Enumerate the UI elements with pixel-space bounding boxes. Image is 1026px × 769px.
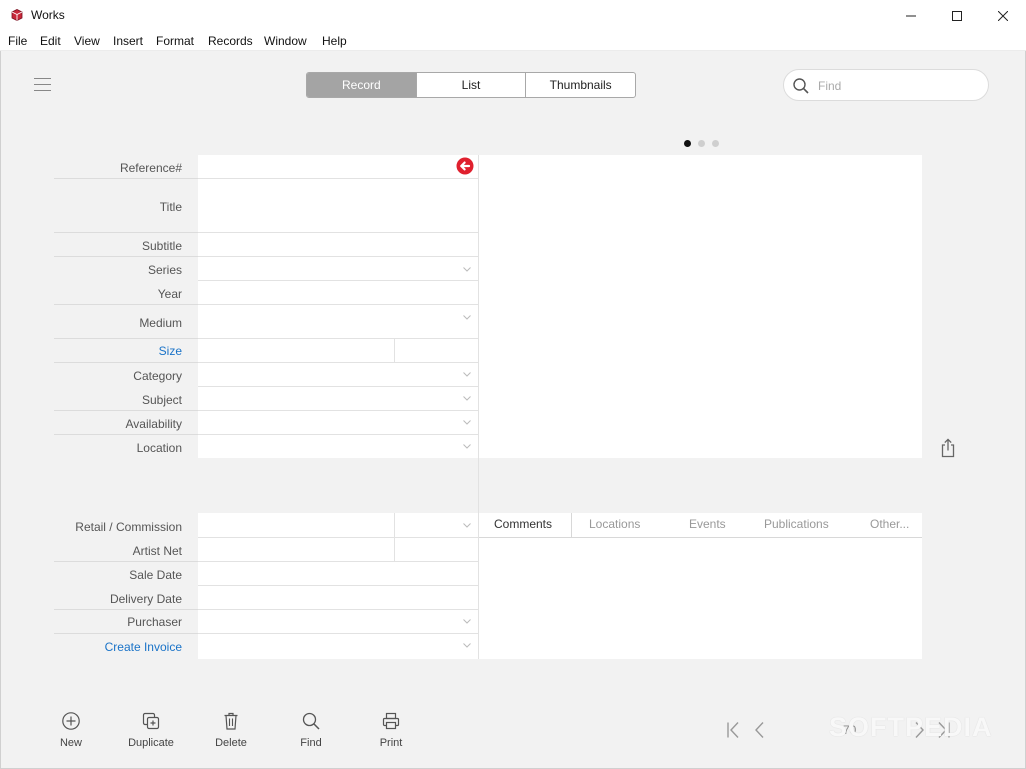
maximize-icon xyxy=(952,10,962,21)
close-icon xyxy=(998,10,1008,21)
magnifier-icon xyxy=(302,712,320,730)
tab-comments[interactable]: Comments xyxy=(494,517,552,531)
pager-dot[interactable] xyxy=(698,140,705,147)
subtitle-label: Subtitle xyxy=(141,239,182,253)
category-label: Category xyxy=(133,369,182,383)
new-button[interactable]: New xyxy=(36,711,106,749)
size-link[interactable]: Size xyxy=(54,344,182,358)
minimize-button[interactable] xyxy=(888,0,934,31)
menu-window[interactable]: Window xyxy=(264,34,307,48)
subject-dropdown-chevron-icon[interactable] xyxy=(463,396,471,401)
find-button[interactable]: Find xyxy=(276,711,346,749)
series-label: Series xyxy=(147,263,182,277)
watermark: SOFTPEDIA xyxy=(829,712,993,742)
retail-commission-label: Retail / Commission xyxy=(75,520,182,534)
menu-format[interactable]: Format xyxy=(156,34,194,48)
add-reference-button-icon[interactable] xyxy=(456,157,474,175)
menu-edit[interactable]: Edit xyxy=(40,34,61,48)
category-dropdown-chevron-icon[interactable] xyxy=(463,372,471,377)
tab-other[interactable]: Other... xyxy=(870,517,909,531)
print-button[interactable]: Print xyxy=(356,711,426,749)
purchaser-label: Purchaser xyxy=(127,615,182,629)
close-button[interactable] xyxy=(980,0,1026,31)
availability-label: Availability xyxy=(125,417,182,431)
title-label: Title xyxy=(159,200,182,214)
medium-label: Medium xyxy=(139,316,182,330)
pager-dot[interactable] xyxy=(684,140,691,147)
menu-bar: File Edit View Insert Format Records Win… xyxy=(0,31,1026,51)
share-icon[interactable] xyxy=(939,438,957,458)
duplicate-label: Duplicate xyxy=(128,737,174,749)
image-area[interactable] xyxy=(479,155,922,458)
sales-field-panel xyxy=(198,513,478,659)
tab-events[interactable]: Events xyxy=(689,517,726,531)
location-label: Location xyxy=(136,441,182,455)
artist-net-label: Artist Net xyxy=(132,544,182,558)
menu-help[interactable]: Help xyxy=(322,34,347,48)
create-invoice-link[interactable]: Create Invoice xyxy=(54,640,182,654)
menu-insert[interactable]: Insert xyxy=(113,34,143,48)
delivery-date-label: Delivery Date xyxy=(109,592,182,606)
reference-label: Reference# xyxy=(119,161,182,175)
new-label: New xyxy=(59,737,82,749)
purchaser-dropdown-chevron-icon[interactable] xyxy=(463,619,471,624)
subject-label: Subject xyxy=(141,393,182,407)
series-dropdown-chevron-icon[interactable] xyxy=(463,267,471,272)
availability-dropdown-chevron-icon[interactable] xyxy=(463,420,471,425)
record-view: Record List Thumbnails Reference# Title … xyxy=(0,51,1026,769)
details-field-panel xyxy=(198,155,478,458)
maximize-button[interactable] xyxy=(934,0,980,31)
print-label: Print xyxy=(379,737,403,749)
medium-dropdown-chevron-icon[interactable] xyxy=(463,315,471,320)
year-label: Year xyxy=(157,287,182,301)
previous-record-icon[interactable] xyxy=(753,721,765,739)
search-box xyxy=(783,69,989,101)
tab-record[interactable]: Record xyxy=(307,73,417,97)
printer-icon xyxy=(382,712,400,730)
pager-dot[interactable] xyxy=(712,140,719,147)
search-input[interactable] xyxy=(818,77,978,95)
find-label: Find xyxy=(300,737,322,749)
tab-list[interactable]: List xyxy=(417,73,527,97)
delete-button[interactable]: Delete xyxy=(196,711,266,749)
app-icon xyxy=(11,9,23,21)
first-record-icon[interactable] xyxy=(726,721,740,739)
view-switcher: Record List Thumbnails xyxy=(306,72,636,98)
duplicate-icon xyxy=(142,712,160,730)
location-dropdown-chevron-icon[interactable] xyxy=(463,444,471,449)
detail-tabs-panel xyxy=(479,513,922,659)
sidebar-toggle-icon[interactable] xyxy=(34,78,51,92)
plus-circle-icon xyxy=(62,712,80,730)
title-bar: Works xyxy=(0,0,1026,31)
tab-publications[interactable]: Publications xyxy=(764,517,829,531)
sale-date-label: Sale Date xyxy=(129,568,182,582)
tab-locations[interactable]: Locations xyxy=(589,517,640,531)
menu-records[interactable]: Records xyxy=(208,34,253,48)
duplicate-button[interactable]: Duplicate xyxy=(116,711,186,749)
trash-icon xyxy=(224,712,238,730)
menu-file[interactable]: File xyxy=(8,34,27,48)
tab-thumbnails[interactable]: Thumbnails xyxy=(526,73,635,97)
search-icon xyxy=(793,78,809,94)
menu-view[interactable]: View xyxy=(74,34,100,48)
commission-dropdown-chevron-icon[interactable] xyxy=(463,523,471,528)
image-pager xyxy=(684,136,726,150)
window-title: Works xyxy=(31,8,65,22)
delete-label: Delete xyxy=(215,737,247,749)
minimize-icon xyxy=(906,15,916,16)
invoice-dropdown-chevron-icon[interactable] xyxy=(463,643,471,648)
